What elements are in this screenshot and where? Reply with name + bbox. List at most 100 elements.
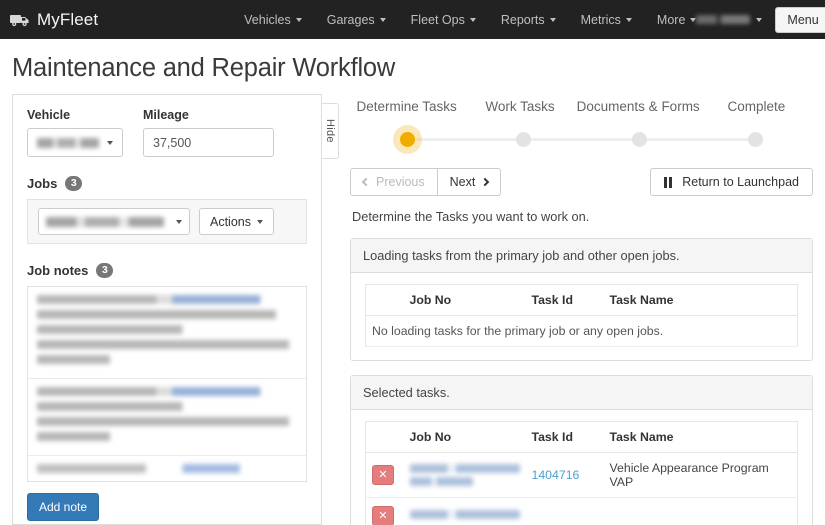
cell-task-id [525,497,604,525]
loading-tasks-card: Loading tasks from the primary job and o… [350,238,813,361]
workflow-nav-row: Previous Next Return to Launchpad [350,168,813,196]
table-header-row: Job No Task Id Task Name [365,421,798,453]
table-empty-row: No loading tasks for the primary job or … [365,315,798,347]
vehicle-select[interactable] [27,128,123,157]
next-label: Next [449,175,476,189]
mileage-input[interactable]: 37,500 [143,128,274,157]
job-no-value [409,464,520,473]
job-note-text-line [37,417,297,426]
step-label: Complete [727,99,786,114]
nav-item-vehicles[interactable]: Vehicles [244,13,302,27]
job-no-sub [409,477,474,486]
step-work-tasks[interactable]: Work Tasks [463,99,576,114]
hide-panel-toggle[interactable]: Hide [322,103,339,159]
cell-actions: ✕ [365,452,404,498]
job-actions-label: Actions [210,214,251,229]
previous-button[interactable]: Previous [350,168,438,196]
task-id-link[interactable]: 1404716 [532,468,580,482]
vehicle-details-panel: Vehicle Mileage 37,500 Jobs 3 Actions Jo… [12,94,322,525]
job-notes-label: Job notes [27,263,89,278]
selected-tasks-header: Selected tasks. [351,376,812,410]
chevron-down-icon [107,140,113,145]
page-title: Maintenance and Repair Workflow [12,54,396,82]
step-complete[interactable]: Complete [700,99,813,114]
nav-item-fleet-ops[interactable]: Fleet Ops [411,13,476,27]
column-job-no: Job No [403,284,526,316]
table-row: ✕ [365,497,798,525]
column-actions [365,421,404,453]
job-note-text-line [37,325,297,334]
menu-button[interactable]: Menu [775,6,825,33]
cell-task-name [603,497,798,525]
chevron-down-icon [756,17,763,22]
empty-message: No loading tasks for the primary job or … [365,315,798,347]
selected-tasks-table: Job No Task Id Task Name ✕ 1404716 Vehic… [365,421,798,525]
cell-actions: ✕ [365,497,404,525]
nav-item-garages[interactable]: Garages [327,13,386,27]
loading-tasks-table: Job No Task Id Task Name No loading task… [365,284,798,347]
user-account-menu[interactable] [696,15,763,24]
step-dot-complete[interactable] [747,132,763,147]
loading-tasks-header: Loading tasks from the primary job and o… [351,239,812,273]
step-documents-forms[interactable]: Documents & Forms [577,99,700,114]
top-navbar: MyFleet Vehicles Garages Fleet Ops Repor… [0,0,825,39]
truck-icon [10,13,30,27]
chevron-down-icon [549,17,556,22]
add-note-button[interactable]: Add note [27,493,100,521]
vehicle-mileage-row: Vehicle Mileage 37,500 [27,108,307,157]
return-to-launchpad-label: Return to Launchpad [682,175,799,189]
job-notes-heading: Job notes 3 [27,263,307,278]
brand-logo[interactable]: MyFleet [10,10,98,30]
nav-item-reports[interactable]: Reports [501,13,556,27]
chevron-down-icon [625,17,632,22]
job-note-text-line [37,464,297,473]
mileage-field: Mileage 37,500 [143,108,274,157]
job-note-item[interactable] [28,379,306,456]
step-determine-tasks[interactable]: Determine Tasks [350,99,463,114]
workflow-instruction: Determine the Tasks you want to work on. [352,209,590,224]
previous-label: Previous [376,175,425,189]
jobs-toolbar: Actions [27,199,307,244]
vehicle-label: Vehicle [27,108,71,122]
loading-tasks-body: Job No Task Id Task Name No loading task… [351,273,812,360]
remove-task-button[interactable]: ✕ [372,465,394,485]
job-note-text-line [37,402,297,411]
remove-task-button[interactable]: ✕ [372,506,394,525]
column-actions [365,284,404,316]
prev-next-group: Previous Next [350,168,502,196]
chevron-down-icon [379,17,386,22]
nav-item-more[interactable]: More [657,13,697,27]
job-select-value [46,216,164,227]
step-dot-work-tasks[interactable] [516,132,532,147]
job-note-item[interactable] [28,287,306,379]
chevron-left-icon [361,177,371,187]
step-dot-documents-forms[interactable] [631,132,647,147]
cell-task-id: 1404716 [525,452,604,498]
navbar-right: Menu [696,6,825,33]
job-note-text-line [37,355,297,364]
column-task-name: Task Name [603,284,798,316]
cell-job-no [403,497,526,525]
selected-tasks-body: Job No Task Id Task Name ✕ 1404716 Vehic… [351,410,812,525]
column-job-no: Job No [403,421,526,453]
return-to-launchpad-button[interactable]: Return to Launchpad [649,168,813,196]
job-note-item[interactable] [28,456,306,481]
table-row: ✕ 1404716 Vehicle Appearance Program VAP [365,452,798,498]
chevron-down-icon [295,17,302,22]
jobs-count-badge: 3 [65,176,83,191]
nav-item-label: Metrics [580,12,621,27]
nav-item-label: Reports [500,12,545,27]
nav-item-metrics[interactable]: Metrics [581,13,632,27]
next-button[interactable]: Next [437,168,502,196]
cell-job-no [403,452,526,498]
nav-item-label: Vehicles [244,12,291,27]
workflow-main: Determine Tasks Work Tasks Documents & F… [339,94,825,525]
vehicle-select-value [37,137,99,148]
job-select[interactable] [38,208,190,235]
jobs-heading: Jobs 3 [27,176,307,191]
step-label: Documents & Forms [576,99,700,114]
step-dot-determine-tasks[interactable] [400,132,416,147]
job-actions-button[interactable]: Actions [199,208,274,235]
step-label: Determine Tasks [356,99,457,114]
stepper-dots [350,122,813,147]
